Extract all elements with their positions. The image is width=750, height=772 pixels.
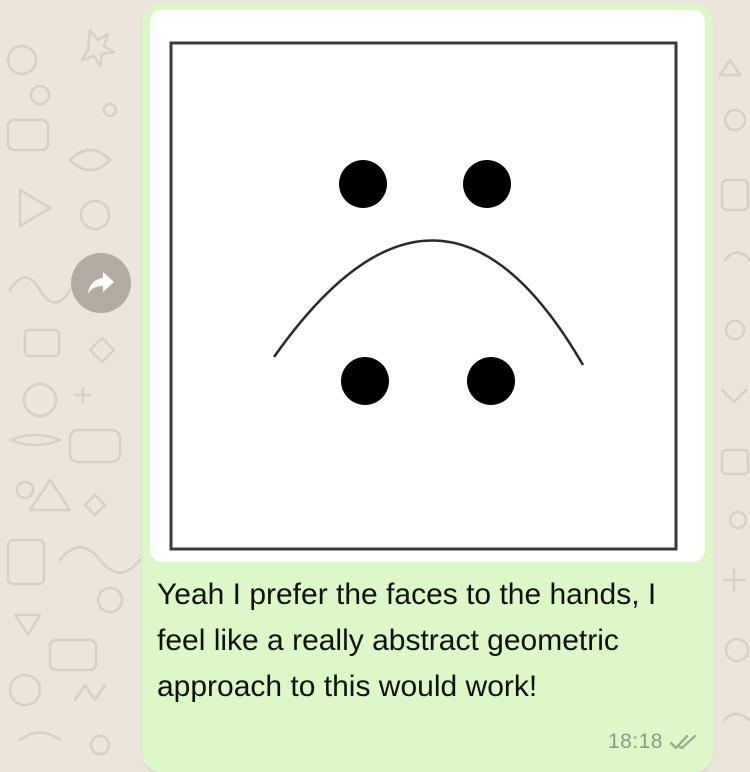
forward-button[interactable]	[71, 253, 131, 313]
message-meta: 18:18	[608, 730, 699, 754]
outgoing-message-bubble[interactable]: Yeah I prefer the faces to the hands, I …	[142, 4, 713, 772]
face-dot-top-right	[463, 160, 511, 208]
message-image[interactable]	[150, 10, 705, 562]
face-dot-top-left	[339, 160, 387, 208]
face-dot-bottom-left	[341, 357, 389, 405]
image-frame	[169, 41, 678, 551]
sad-face-diagram	[169, 41, 678, 551]
double-check-icon	[669, 734, 697, 750]
message-text: Yeah I prefer the faces to the hands, I …	[157, 578, 657, 703]
face-arc	[272, 239, 585, 366]
face-dot-bottom-right	[467, 357, 515, 405]
message-time: 18:18	[607, 730, 663, 753]
forward-arrow-icon	[88, 272, 114, 294]
